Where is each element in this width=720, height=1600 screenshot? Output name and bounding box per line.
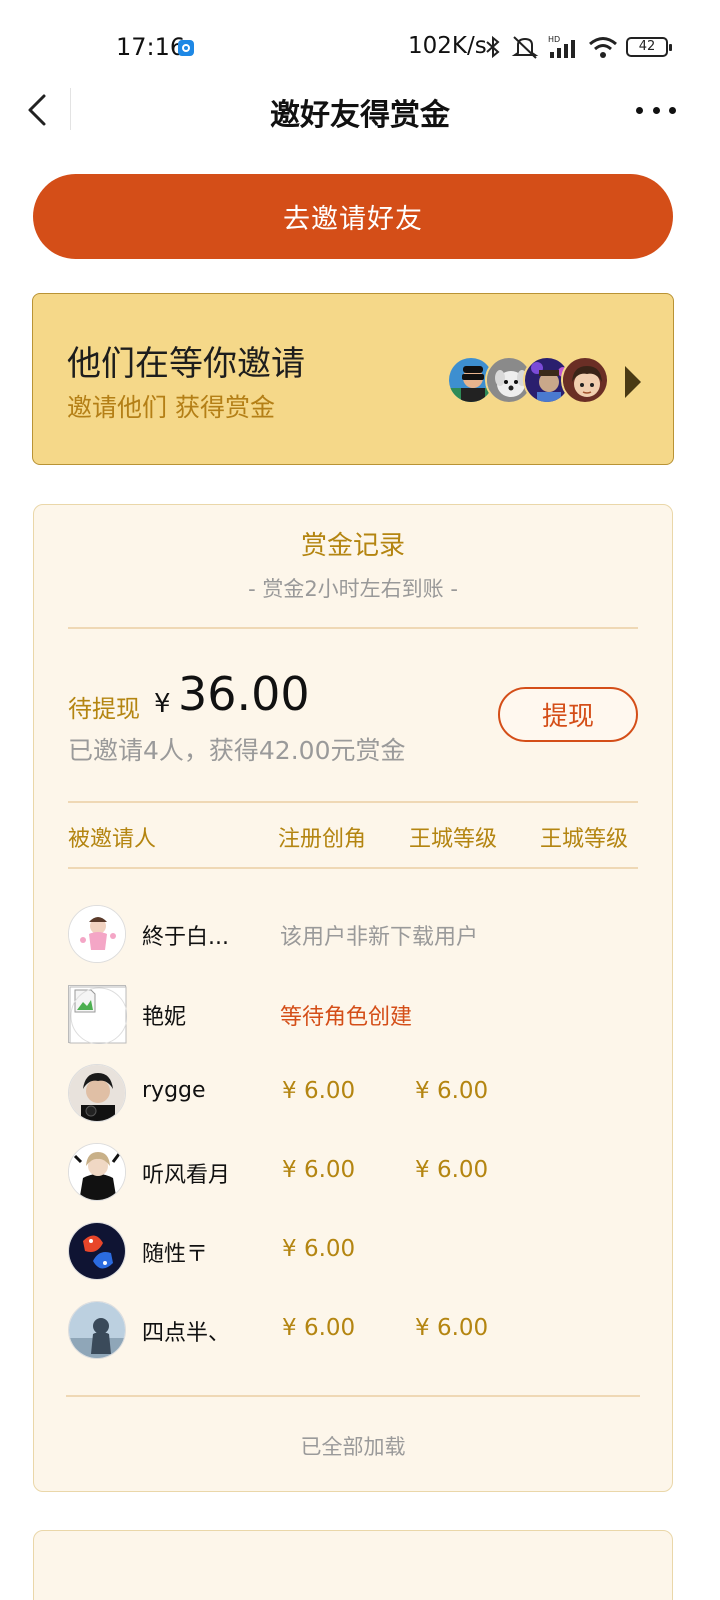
nav-bar: 邀好友得赏金	[0, 80, 720, 140]
battery-icon: 42	[626, 37, 672, 57]
invitee-status: 等待角色创建	[280, 1005, 413, 1030]
divider	[68, 867, 638, 869]
waiting-title: 他们在等你邀请	[67, 344, 305, 384]
reward-city-level: ¥ 6.00	[415, 1315, 489, 1341]
more-dot-icon	[652, 106, 660, 114]
table-row: 随性〒 ¥ 6.00	[68, 1222, 638, 1284]
table-row: 四点半、 ¥ 6.00 ¥ 6.00	[68, 1301, 638, 1363]
invitee-name: 四点半、	[142, 1321, 231, 1346]
caret-right-icon	[625, 366, 641, 398]
records-note: - 赏金2小时左右到账 -	[248, 577, 458, 601]
reward-register: ¥ 6.00	[282, 1078, 356, 1104]
currency-symbol: ¥	[154, 689, 171, 719]
divider	[66, 1395, 640, 1397]
table-row: 艳妮 等待角色创建	[68, 985, 638, 1047]
table-row: 听风看月 ¥ 6.00 ¥ 6.00	[68, 1143, 638, 1205]
avatar	[68, 1143, 126, 1201]
battery-level: 42	[638, 39, 656, 54]
reward-city-level: ¥ 6.00	[415, 1078, 489, 1104]
list-end-label: 已全部加载	[300, 1435, 406, 1459]
records-title: 赏金记录	[300, 531, 405, 561]
reward-register: ¥ 6.00	[282, 1315, 356, 1341]
bounty-records-card: 赏金记录 - 赏金2小时左右到账 - 待提现 ¥ 36.00 已邀请4人，获得4…	[33, 504, 673, 1492]
broken-image-icon	[68, 985, 128, 1045]
status-bar: 17:16 102K/s HD 42	[0, 0, 720, 92]
status-time: 17:16	[116, 33, 186, 61]
reward-city-level: ¥ 6.00	[415, 1157, 489, 1183]
avatar	[561, 356, 609, 404]
table-row: 終于白... 该用户非新下载用户	[68, 905, 638, 967]
more-dot-icon	[636, 106, 643, 114]
reward-register: ¥ 6.00	[282, 1236, 356, 1262]
pending-label: 待提现	[68, 695, 140, 723]
app-notification-icon	[178, 40, 194, 56]
wifi-icon	[589, 37, 617, 58]
invite-friends-button[interactable]: 去邀请好友	[33, 174, 673, 259]
invitee-name: 終于白...	[142, 925, 229, 950]
pending-amount: 36.00	[178, 667, 310, 721]
column-header-city-level-2: 王城等级	[540, 827, 629, 852]
invitee-name: 艳妮	[142, 1005, 187, 1030]
column-header-invitee: 被邀请人	[68, 827, 157, 852]
withdraw-button[interactable]: 提现	[498, 687, 638, 742]
hd-signal-icon: HD	[548, 35, 575, 58]
column-header-register: 注册创角	[278, 827, 367, 852]
waiting-subtitle: 邀请他们 获得赏金	[67, 393, 275, 422]
avatar	[68, 1222, 126, 1280]
network-speed: 102K/s	[408, 33, 487, 59]
invitee-name: 随性〒	[142, 1242, 209, 1267]
page-title: 邀好友得赏金	[270, 98, 450, 133]
invitee-status: 该用户非新下载用户	[280, 925, 479, 950]
svg-text:HD: HD	[548, 35, 560, 44]
more-dot-icon	[669, 106, 676, 114]
waiting-invite-card[interactable]: 他们在等你邀请 邀请他们 获得赏金	[32, 293, 674, 465]
next-card	[33, 1530, 673, 1600]
avatar	[68, 905, 126, 963]
more-menu-button[interactable]	[636, 96, 676, 124]
mute-icon	[511, 36, 539, 59]
divider	[68, 627, 638, 629]
reward-register: ¥ 6.00	[282, 1157, 356, 1183]
status-icons: HD 42	[484, 34, 672, 60]
invitee-name: 听风看月	[142, 1163, 231, 1188]
column-header-city-level: 王城等级	[409, 827, 498, 852]
bluetooth-icon	[486, 35, 500, 59]
invited-summary: 已邀请4人，获得42.00元赏金	[68, 736, 406, 765]
table-header: 被邀请人 注册创角 王城等级 王城等级	[68, 821, 638, 855]
avatar	[68, 1301, 126, 1359]
invitee-name: rygge	[142, 1078, 206, 1103]
divider	[68, 801, 638, 803]
avatar	[68, 1064, 126, 1122]
table-row: rygge ¥ 6.00 ¥ 6.00	[68, 1064, 638, 1126]
